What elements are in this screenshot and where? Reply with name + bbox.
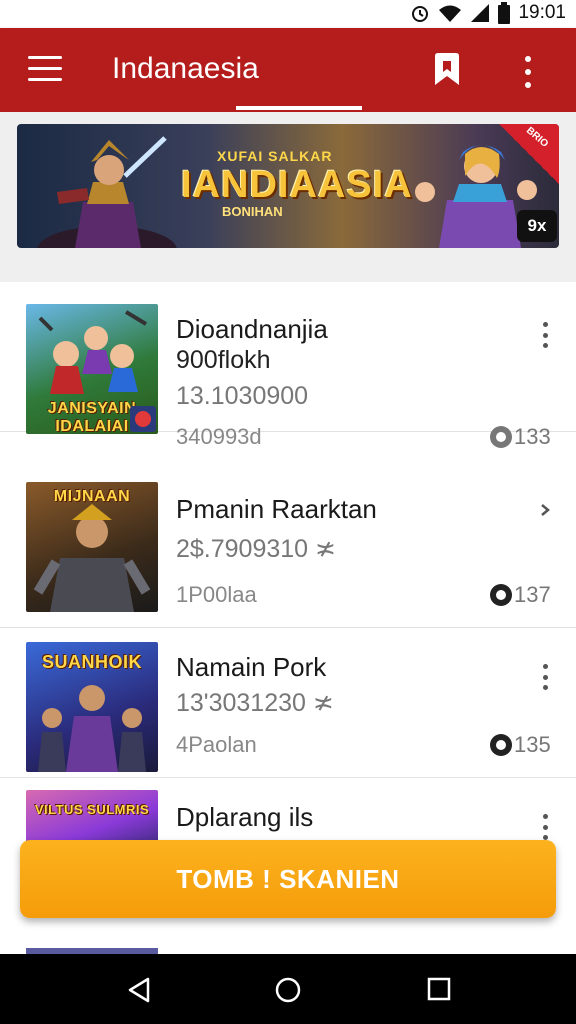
count-icon — [490, 734, 512, 756]
thumbnail-title: VILTUS SULMRIS — [34, 802, 150, 817]
thumbnail-title: MIJNAAN — [53, 488, 131, 505]
signal-icon — [470, 3, 490, 23]
item-count: 135 — [490, 732, 551, 758]
battery-icon — [498, 2, 511, 24]
recents-icon[interactable] — [426, 976, 452, 1007]
item-count: 133 — [490, 424, 551, 450]
app-bar: Indanaesia — [0, 28, 576, 112]
item-menu-icon[interactable] — [540, 664, 550, 690]
banner-caption: BONIHAN — [222, 204, 283, 219]
item-subtitle: 2$.7909310 ≭ — [176, 535, 336, 563]
list-item[interactable]: JANISYAIN IDALAIAI Dioandnanjia 900flokh… — [0, 282, 576, 449]
game-thumbnail: MIJNAAN — [26, 482, 158, 612]
item-name: Pmanin Raarktan — [176, 494, 377, 524]
list-item[interactable]: SUANHOIK Namain Pork 13'3031230 ≭ 4Paola… — [0, 628, 576, 778]
item-meta: 1P00laa — [176, 582, 257, 607]
banner-close-button[interactable]: 9x — [517, 210, 557, 242]
item-name: Namain Pork — [176, 652, 327, 682]
wifi-icon — [438, 3, 462, 23]
menu-icon[interactable] — [28, 56, 62, 84]
banner-subtitle: XUFAI SALKAR — [217, 148, 333, 164]
tab-indicator — [236, 106, 362, 110]
item-menu-icon[interactable] — [540, 322, 550, 348]
status-time: 19:01 — [518, 2, 566, 23]
system-nav-bar — [0, 954, 576, 1024]
back-icon[interactable] — [126, 976, 152, 1009]
badge-icon — [130, 406, 156, 432]
count-icon — [490, 584, 512, 606]
app-title: Indanaesia — [112, 52, 259, 85]
list-item[interactable]: MIJNAAN Pmanin Raarktan 2$.7909310 ≭ 1P0… — [0, 470, 576, 628]
promo-banner[interactable]: XUFAI SALKAR IANDIAASIA BONIHAN BRIO 9x — [17, 124, 559, 248]
item-meta: 4Paolan — [176, 732, 257, 757]
item-chevron-icon[interactable] — [540, 502, 550, 518]
item-count: 137 — [490, 582, 551, 608]
item-meta: 340993d — [176, 424, 262, 449]
count-icon — [490, 426, 512, 448]
item-name: Dioandnanjia — [176, 314, 328, 344]
item-menu-icon[interactable] — [540, 814, 550, 840]
item-name: Dplarang ils — [176, 802, 314, 832]
item-value: 13.1030900 — [176, 382, 309, 410]
home-icon[interactable] — [274, 976, 302, 1009]
bookmark-icon[interactable] — [432, 52, 462, 91]
primary-action-button[interactable]: TOMB ! SKANIEN — [20, 840, 556, 918]
count-value: 135 — [514, 732, 551, 757]
game-thumbnail: SUANHOIK — [26, 642, 158, 772]
more-options-icon[interactable] — [520, 56, 536, 88]
item-subtitle: 900flokh — [176, 346, 271, 374]
banner-title: IANDIAASIA — [181, 164, 413, 206]
thumbnail-title: SUANHOIK — [41, 652, 142, 672]
hero-warrior-image — [37, 136, 177, 248]
alarm-icon — [410, 3, 430, 23]
count-value: 133 — [514, 424, 551, 449]
count-value: 137 — [514, 582, 551, 607]
item-subtitle: 13'3031230 ≭ — [176, 689, 334, 717]
game-thumbnail: JANISYAIN IDALAIAI — [26, 304, 158, 434]
status-bar: 19:01 — [0, 0, 576, 28]
